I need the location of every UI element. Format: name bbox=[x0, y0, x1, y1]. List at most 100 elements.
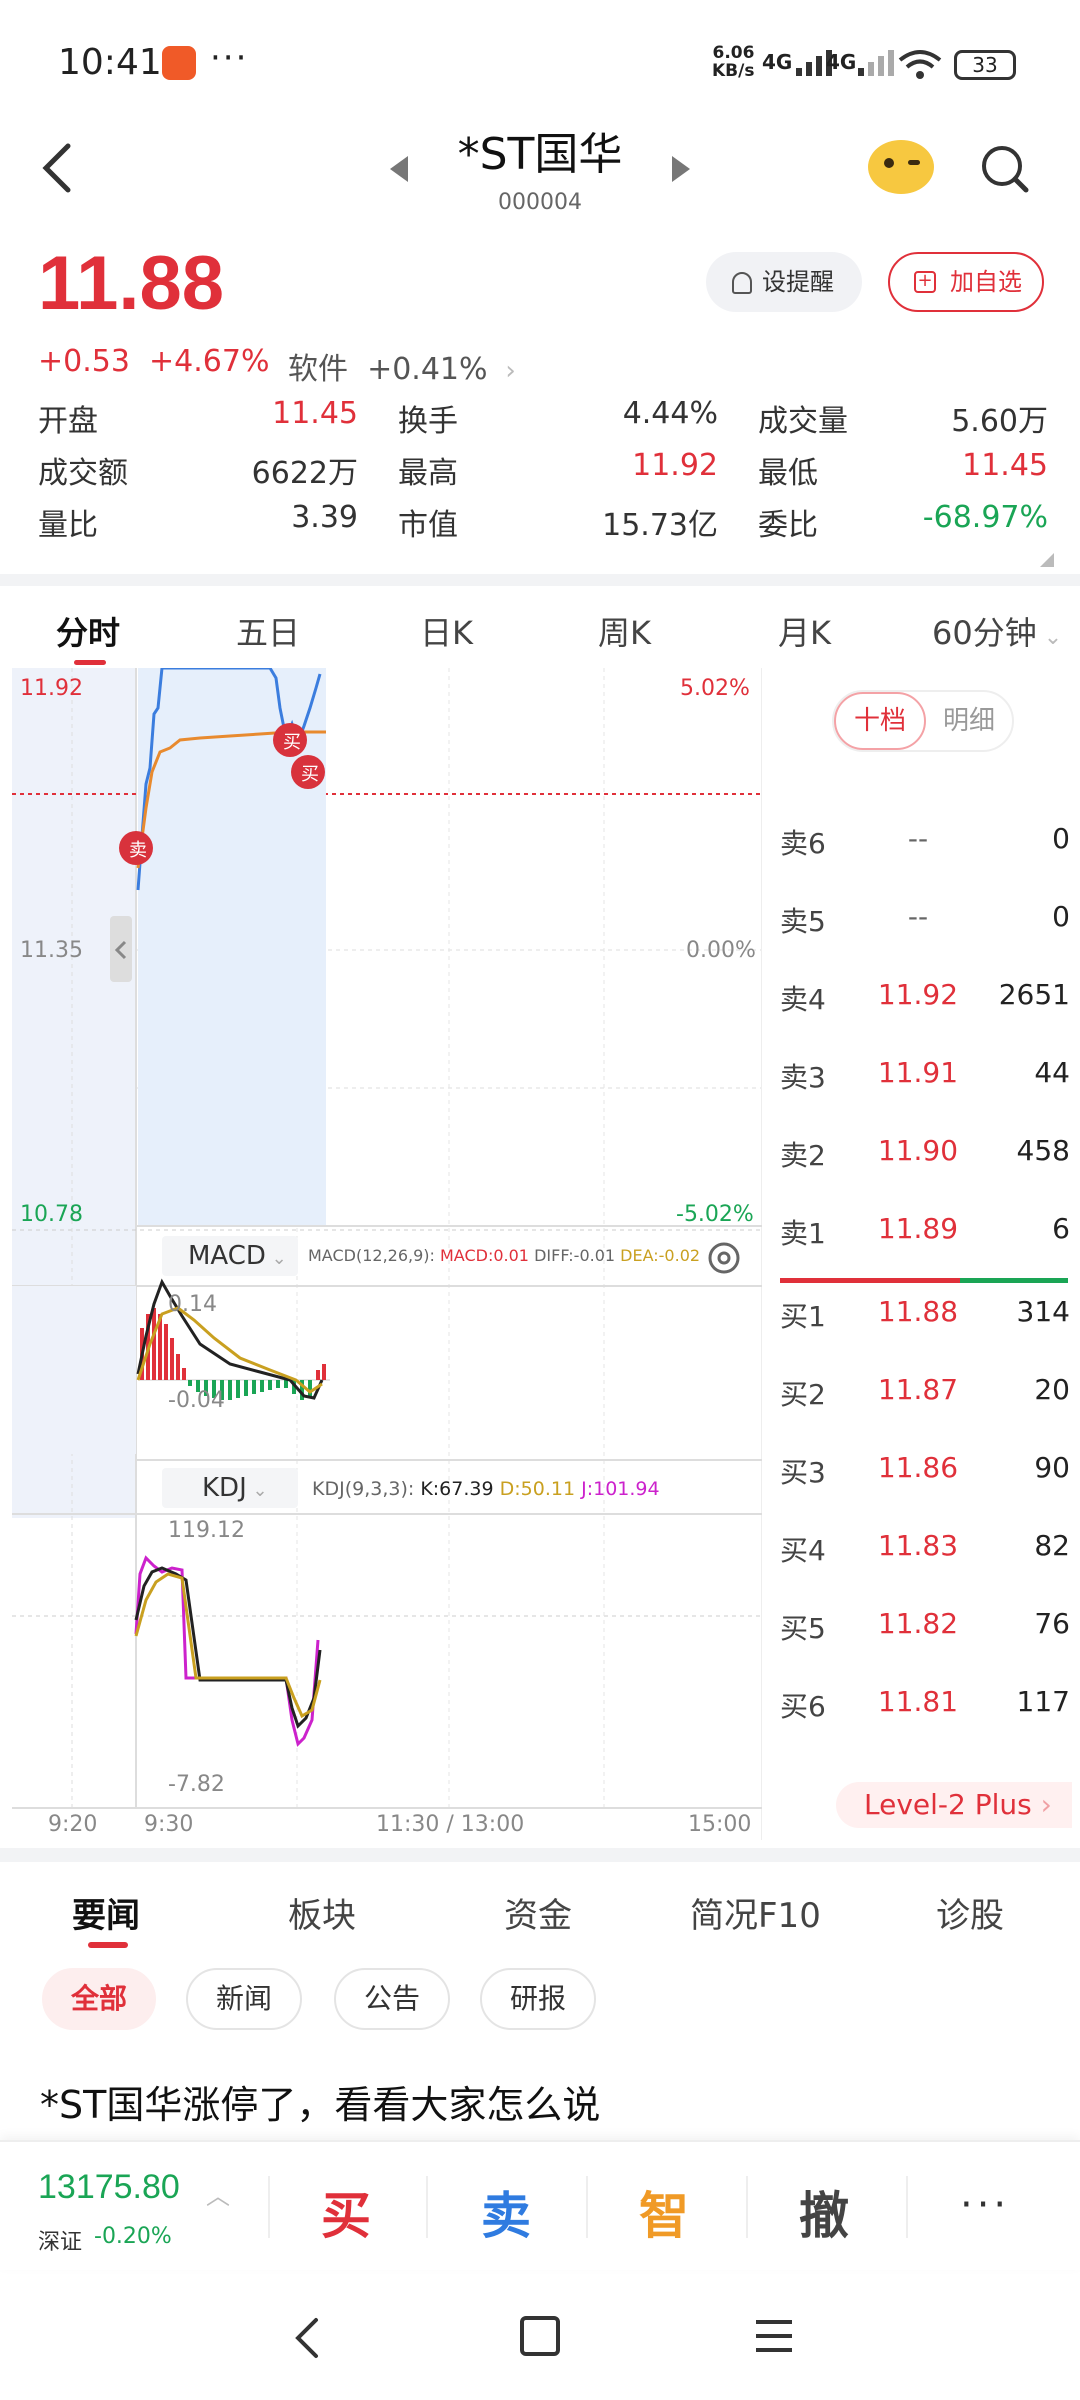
stat-volume-label: 成交量 bbox=[758, 404, 848, 439]
level2-plus-button[interactable]: Level-2 Plus › bbox=[836, 1782, 1072, 1828]
d-line bbox=[134, 1572, 322, 1719]
ask-row: 卖6 -- 0 bbox=[780, 822, 1070, 860]
action-separator bbox=[426, 2176, 428, 2238]
bell-icon bbox=[732, 272, 752, 294]
j-line bbox=[134, 1555, 320, 1747]
tab-weekly-k[interactable]: 周K bbox=[598, 608, 651, 654]
price-change: +0.53 +4.67% bbox=[38, 344, 270, 379]
stat-amount-label: 成交额 bbox=[38, 456, 128, 491]
tab-f10[interactable]: 简况F10 bbox=[690, 1888, 821, 1937]
price-axis-high: 11.92 bbox=[20, 676, 83, 701]
section-divider bbox=[0, 574, 1080, 586]
news-headline[interactable]: *ST国华涨停了，看看大家怎么说 bbox=[40, 2074, 600, 2129]
tab-sector[interactable]: 板块 bbox=[288, 1888, 356, 1937]
signal-4g-1: 4G bbox=[762, 50, 793, 74]
index-change: -0.20% bbox=[94, 2224, 172, 2249]
stat-high-label: 最高 bbox=[398, 456, 458, 491]
cancel-order-button[interactable]: 撤 bbox=[764, 2176, 884, 2248]
stat-open-value: 11.45 bbox=[272, 396, 358, 431]
sell-button[interactable]: 卖 bbox=[446, 2176, 566, 2248]
nav-back-icon[interactable] bbox=[290, 2316, 324, 2360]
stat-bidratio-label: 委比 bbox=[758, 508, 818, 543]
macd-values: MACD(12,26,9): MACD:0.01 DIFF:-0.01 DEA:… bbox=[308, 1246, 701, 1265]
tab-daily-k[interactable]: 日K bbox=[420, 608, 473, 654]
ask-row: 卖4 11.92 2651 bbox=[780, 978, 1070, 1016]
chip-announcements[interactable]: 公告 bbox=[334, 1968, 450, 2030]
tab-news-headlines[interactable]: 要闻 bbox=[72, 1888, 140, 1937]
pct-axis-mid: 0.00% bbox=[686, 938, 756, 963]
stat-volratio-label: 量比 bbox=[38, 508, 98, 543]
stat-low-label: 最低 bbox=[758, 456, 818, 491]
tab-60min[interactable]: 60分钟 ⌄ bbox=[932, 608, 1062, 654]
chip-news[interactable]: 新闻 bbox=[186, 1968, 302, 2030]
stat-turnover-label: 换手 bbox=[398, 404, 458, 439]
action-separator bbox=[906, 2176, 908, 2238]
set-alert-label: 设提醒 bbox=[762, 268, 834, 296]
nav-home-icon[interactable] bbox=[520, 2316, 560, 2356]
buy-marker-label-1: 买 bbox=[283, 732, 301, 753]
ask-row: 卖3 11.91 44 bbox=[780, 1056, 1070, 1094]
index-value[interactable]: 13175.80 bbox=[38, 2168, 180, 2207]
chip-all[interactable]: 全部 bbox=[42, 1968, 156, 2030]
stat-bidratio-value: -68.97% bbox=[922, 500, 1048, 535]
index-name: 深证 bbox=[38, 2230, 83, 2255]
orderbook-tabs: 十档 明细 bbox=[832, 690, 1014, 752]
sell-marker-label: 卖 bbox=[129, 840, 147, 861]
price-axis-mid: 11.35 bbox=[20, 938, 83, 963]
smart-button[interactable]: 智 bbox=[604, 2176, 724, 2248]
chip-research[interactable]: 研报 bbox=[480, 1968, 596, 2030]
tab-diagnosis[interactable]: 诊股 bbox=[936, 1888, 1004, 1937]
kdj-axis-bottom: -7.82 bbox=[168, 1772, 225, 1797]
ask-row: 卖1 11.89 6 bbox=[780, 1212, 1070, 1250]
kdj-values: KDJ(9,3,3): K:67.39 D:50.11 J:101.94 bbox=[312, 1478, 660, 1500]
news-tab-indicator bbox=[88, 1942, 128, 1948]
tab-details[interactable]: 明细 bbox=[926, 692, 1012, 750]
status-more-icon: ··· bbox=[210, 38, 249, 78]
k-line bbox=[134, 1566, 322, 1729]
signal-4g-2: 4G bbox=[826, 50, 857, 74]
time-label-1500: 15:00 bbox=[688, 1812, 752, 1837]
mascot-icon[interactable] bbox=[868, 140, 934, 194]
bid-row: 买4 11.83 82 bbox=[780, 1529, 1070, 1567]
tab-five-day[interactable]: 五日 bbox=[236, 608, 300, 654]
stock-code: 000004 bbox=[498, 190, 582, 215]
price-axis-low: 10.78 bbox=[20, 1202, 83, 1227]
set-alert-button[interactable]: 设提醒 bbox=[706, 252, 862, 312]
chevron-up-icon[interactable]: ︿ bbox=[206, 2176, 230, 2211]
bid-row: 买3 11.86 90 bbox=[780, 1451, 1070, 1489]
stat-volume-value: 5.60万 bbox=[951, 404, 1048, 439]
tab-ten-levels[interactable]: 十档 bbox=[834, 692, 926, 750]
orderbook-ratio-bar bbox=[780, 1268, 1068, 1283]
tab-intraday[interactable]: 分时 bbox=[56, 608, 120, 654]
kdj-selector[interactable]: KDJ ⌄ bbox=[162, 1468, 298, 1508]
status-time: 10:41 bbox=[58, 42, 162, 83]
add-watchlist-button[interactable]: + 加自选 bbox=[888, 252, 1044, 312]
search-icon[interactable] bbox=[980, 144, 1030, 194]
tab-monthly-k[interactable]: 月K bbox=[778, 608, 831, 654]
bid-row: 买6 11.81 117 bbox=[780, 1685, 1070, 1723]
stat-amount-value: 6622万 bbox=[251, 456, 358, 491]
action-separator bbox=[586, 2176, 588, 2238]
sector-link[interactable]: 软件 +0.41% › bbox=[288, 344, 516, 388]
buy-button[interactable]: 买 bbox=[286, 2176, 406, 2248]
next-stock-arrow-icon[interactable] bbox=[672, 156, 690, 182]
settings-gear-icon[interactable] bbox=[710, 1244, 738, 1272]
ask-row: 卖5 -- 0 bbox=[780, 900, 1070, 938]
intraday-chart[interactable]: 11.92 11.35 10.78 5.02% 0.00% -5.02% 卖 买… bbox=[0, 666, 763, 1840]
nav-menu-icon[interactable] bbox=[756, 2318, 792, 2354]
stat-mktcap-label: 市值 bbox=[398, 508, 458, 543]
tab-capital[interactable]: 资金 bbox=[504, 1888, 572, 1937]
more-button[interactable]: ··· bbox=[960, 2182, 1010, 2228]
section-divider-2 bbox=[0, 1848, 1080, 1862]
stat-mktcap-value: 15.73亿 bbox=[602, 508, 718, 543]
macd-selector[interactable]: MACD ⌄ bbox=[162, 1236, 298, 1276]
buy-marker-label-2: 买 bbox=[301, 764, 319, 785]
signal-bars-icon-2 bbox=[856, 50, 900, 82]
pct-axis-high: 5.02% bbox=[680, 676, 750, 701]
macd-axis-top: 0.14 bbox=[168, 1292, 217, 1317]
battery-icon: 33 bbox=[954, 50, 1016, 80]
app-notification-icon bbox=[162, 46, 196, 80]
stat-open-label: 开盘 bbox=[38, 404, 98, 439]
action-separator bbox=[746, 2176, 748, 2238]
ask-row: 卖2 11.90 458 bbox=[780, 1134, 1070, 1172]
